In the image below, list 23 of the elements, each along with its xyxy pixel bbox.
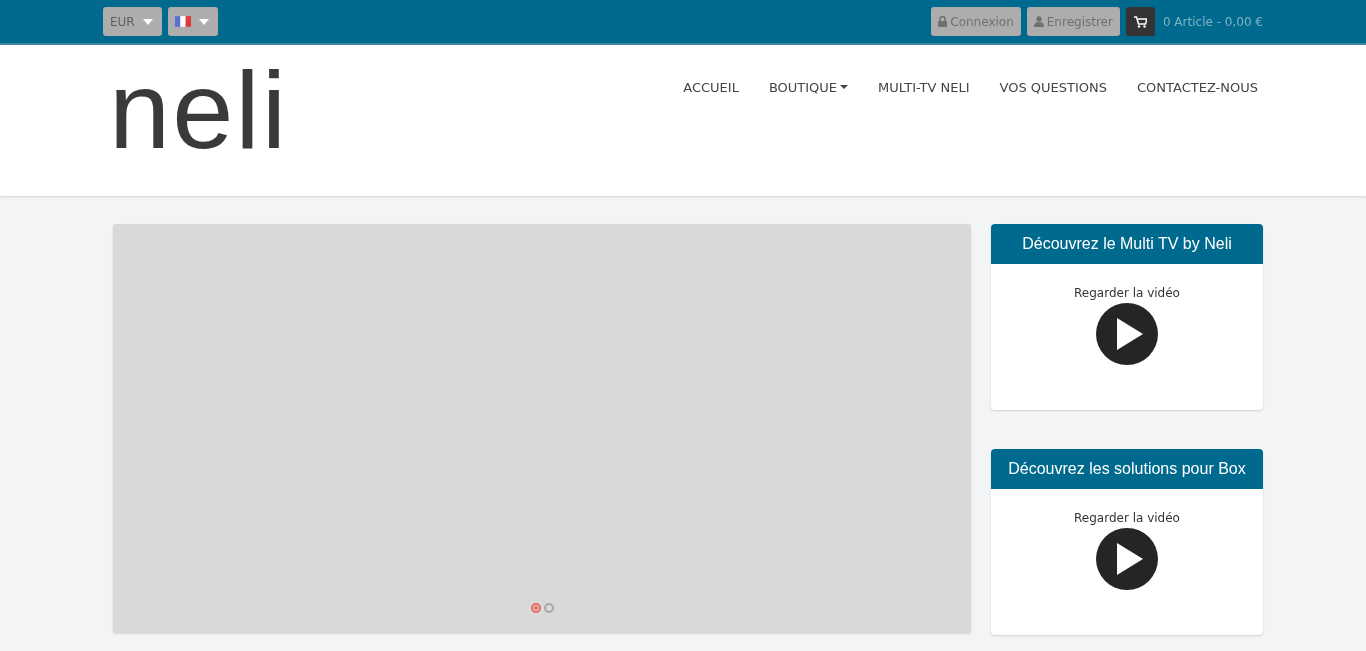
nav-link[interactable]: VOS QUESTIONS (999, 78, 1108, 96)
video-link[interactable]: Regarder la vidéo (1074, 286, 1180, 300)
cart-icon (1133, 15, 1147, 28)
nav-link[interactable]: BOUTIQUE (768, 78, 849, 96)
flag-icon (174, 16, 191, 27)
language-select[interactable] (167, 7, 218, 36)
card-title: Découvrez les solutions pour Box (991, 449, 1263, 489)
nav-link[interactable]: MULTI-TV NELI (878, 78, 970, 96)
play-icon[interactable] (1095, 527, 1159, 591)
cart-button[interactable] (1125, 7, 1155, 36)
caret-icon (142, 18, 153, 25)
caret-icon (198, 18, 209, 25)
user-icon (1033, 16, 1044, 27)
lock-icon (938, 16, 948, 27)
slider-dot[interactable] (543, 603, 554, 613)
card-title: Découvrez le Multi TV by Neli (991, 224, 1263, 264)
slider-dot[interactable] (530, 603, 541, 613)
play-icon[interactable] (1095, 302, 1159, 366)
video-link[interactable]: Regarder la vidéo (1074, 511, 1180, 525)
nav-link[interactable]: CONTACTEZ-NOUS (1137, 78, 1258, 96)
nav-link[interactable]: ACCUEIL (683, 78, 739, 96)
logo[interactable]: neli (109, 55, 289, 165)
caret-icon (840, 85, 849, 89)
